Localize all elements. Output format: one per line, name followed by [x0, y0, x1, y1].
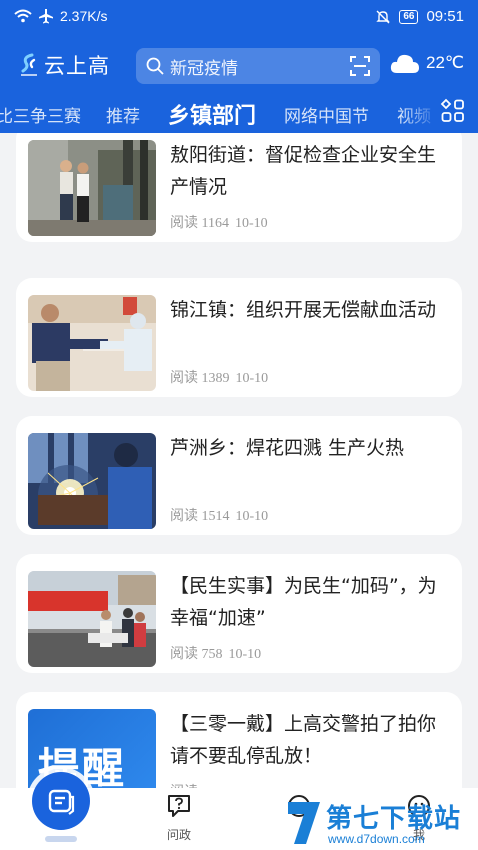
status-bar: 2.37K/s 66 09:51 [0, 0, 478, 34]
tab-bisan[interactable]: 比三争三赛 [0, 102, 81, 127]
question-icon [168, 795, 190, 817]
article-thumbnail [28, 295, 156, 391]
wifi-icon [14, 9, 32, 23]
read-count: 阅读 1389 [170, 371, 230, 386]
watermark-logo [288, 802, 320, 844]
article-meta: 阅读 1164 10-10 [170, 212, 268, 232]
tab-recommend[interactable]: 推荐 [106, 102, 140, 127]
app-bar: 云上高 新冠疫情 22℃ [0, 44, 478, 88]
channel-tabs: 比三争三赛 推荐 乡镇部门 网络中国节 视频 [0, 96, 478, 130]
publish-date: 10-10 [228, 647, 262, 662]
read-count: 阅读 1164 [170, 216, 229, 231]
tabs-fade [400, 96, 440, 130]
site-watermark: 第七下载站 www.d7down.com [284, 796, 474, 850]
nav-wenzheng[interactable]: 问政 [159, 794, 199, 843]
article-card[interactable]: 敖阳街道：督促检查企业安全生产情况 阅读 1164 10-10 [16, 133, 462, 242]
article-thumbnail [28, 140, 156, 236]
article-meta: 阅读 1389 10-10 [170, 367, 268, 387]
battery-indicator: 66 [399, 9, 419, 24]
article-title: 锦江镇：组织开展无偿献血活动 [170, 299, 437, 321]
weather-widget[interactable]: 22℃ [390, 52, 464, 74]
logo-icon [21, 53, 37, 76]
tab-towns[interactable]: 乡镇部门 [168, 98, 256, 130]
clock: 09:51 [426, 8, 464, 25]
cloud-icon [390, 54, 419, 73]
article-card[interactable]: 【民生实事】为民生“加码”，为幸福“加速” 阅读 758 10-10 [16, 554, 462, 673]
mute-icon [376, 10, 391, 23]
news-feed[interactable]: 敖阳街道：督促检查企业安全生产情况 阅读 1164 10-10 锦江镇：组织开展无… [0, 133, 478, 788]
article-thumbnail [28, 571, 156, 667]
search-placeholder: 新冠疫情 [170, 58, 238, 79]
nav-news-button[interactable] [32, 772, 90, 830]
article-thumbnail [28, 433, 156, 529]
article-card[interactable]: 提醒 【三零一戴】上高交警拍了拍你请不要乱停乱放！ 阅读 [16, 692, 462, 788]
article-card[interactable]: 锦江镇：组织开展无偿献血活动 阅读 1389 10-10 [16, 278, 462, 397]
article-meta: 阅读 1514 10-10 [170, 505, 268, 525]
watermark-title: 第七下载站 [326, 804, 462, 834]
article-card[interactable]: 芦洲乡：焊花四溅 生产火热 阅读 1514 10-10 [16, 416, 462, 535]
article-meta: 阅读 [170, 781, 198, 788]
article-title: 芦洲乡：焊花四溅 生产火热 [170, 437, 405, 459]
search-bar[interactable]: 新冠疫情 [136, 48, 380, 84]
article-title: 【民生实事】为民生“加码”，为幸福“加速” [170, 575, 437, 629]
article-title: 敖阳街道：督促检查企业安全生产情况 [170, 144, 437, 198]
watermark-url: www.d7down.com [328, 832, 425, 846]
app-name: 云上高 [44, 54, 110, 78]
header: 2.37K/s 66 09:51 云上高 新冠疫情 22℃ 比三争三赛 推荐 乡… [0, 0, 478, 133]
read-count: 阅读 758 [170, 647, 223, 662]
fab-shadow [45, 836, 77, 842]
news-icon [48, 789, 75, 815]
channel-menu-icon[interactable] [440, 98, 466, 124]
article-meta: 阅读 758 10-10 [170, 643, 261, 663]
publish-date: 10-10 [235, 509, 269, 524]
article-title: 【三零一戴】上高交警拍了拍你请不要乱停乱放！ [170, 713, 437, 767]
temperature: 22℃ [426, 53, 465, 72]
nav-wenzheng-label: 问政 [166, 828, 191, 842]
search-icon [146, 57, 164, 75]
app-logo[interactable]: 云上高 [18, 50, 110, 80]
read-count: 阅读 1514 [170, 509, 230, 524]
scan-icon[interactable] [350, 56, 370, 76]
publish-date: 10-10 [234, 216, 268, 231]
tab-festival[interactable]: 网络中国节 [284, 102, 369, 127]
publish-date: 10-10 [235, 371, 269, 386]
network-speed: 2.37K/s [60, 8, 108, 24]
airplane-icon [39, 9, 53, 24]
